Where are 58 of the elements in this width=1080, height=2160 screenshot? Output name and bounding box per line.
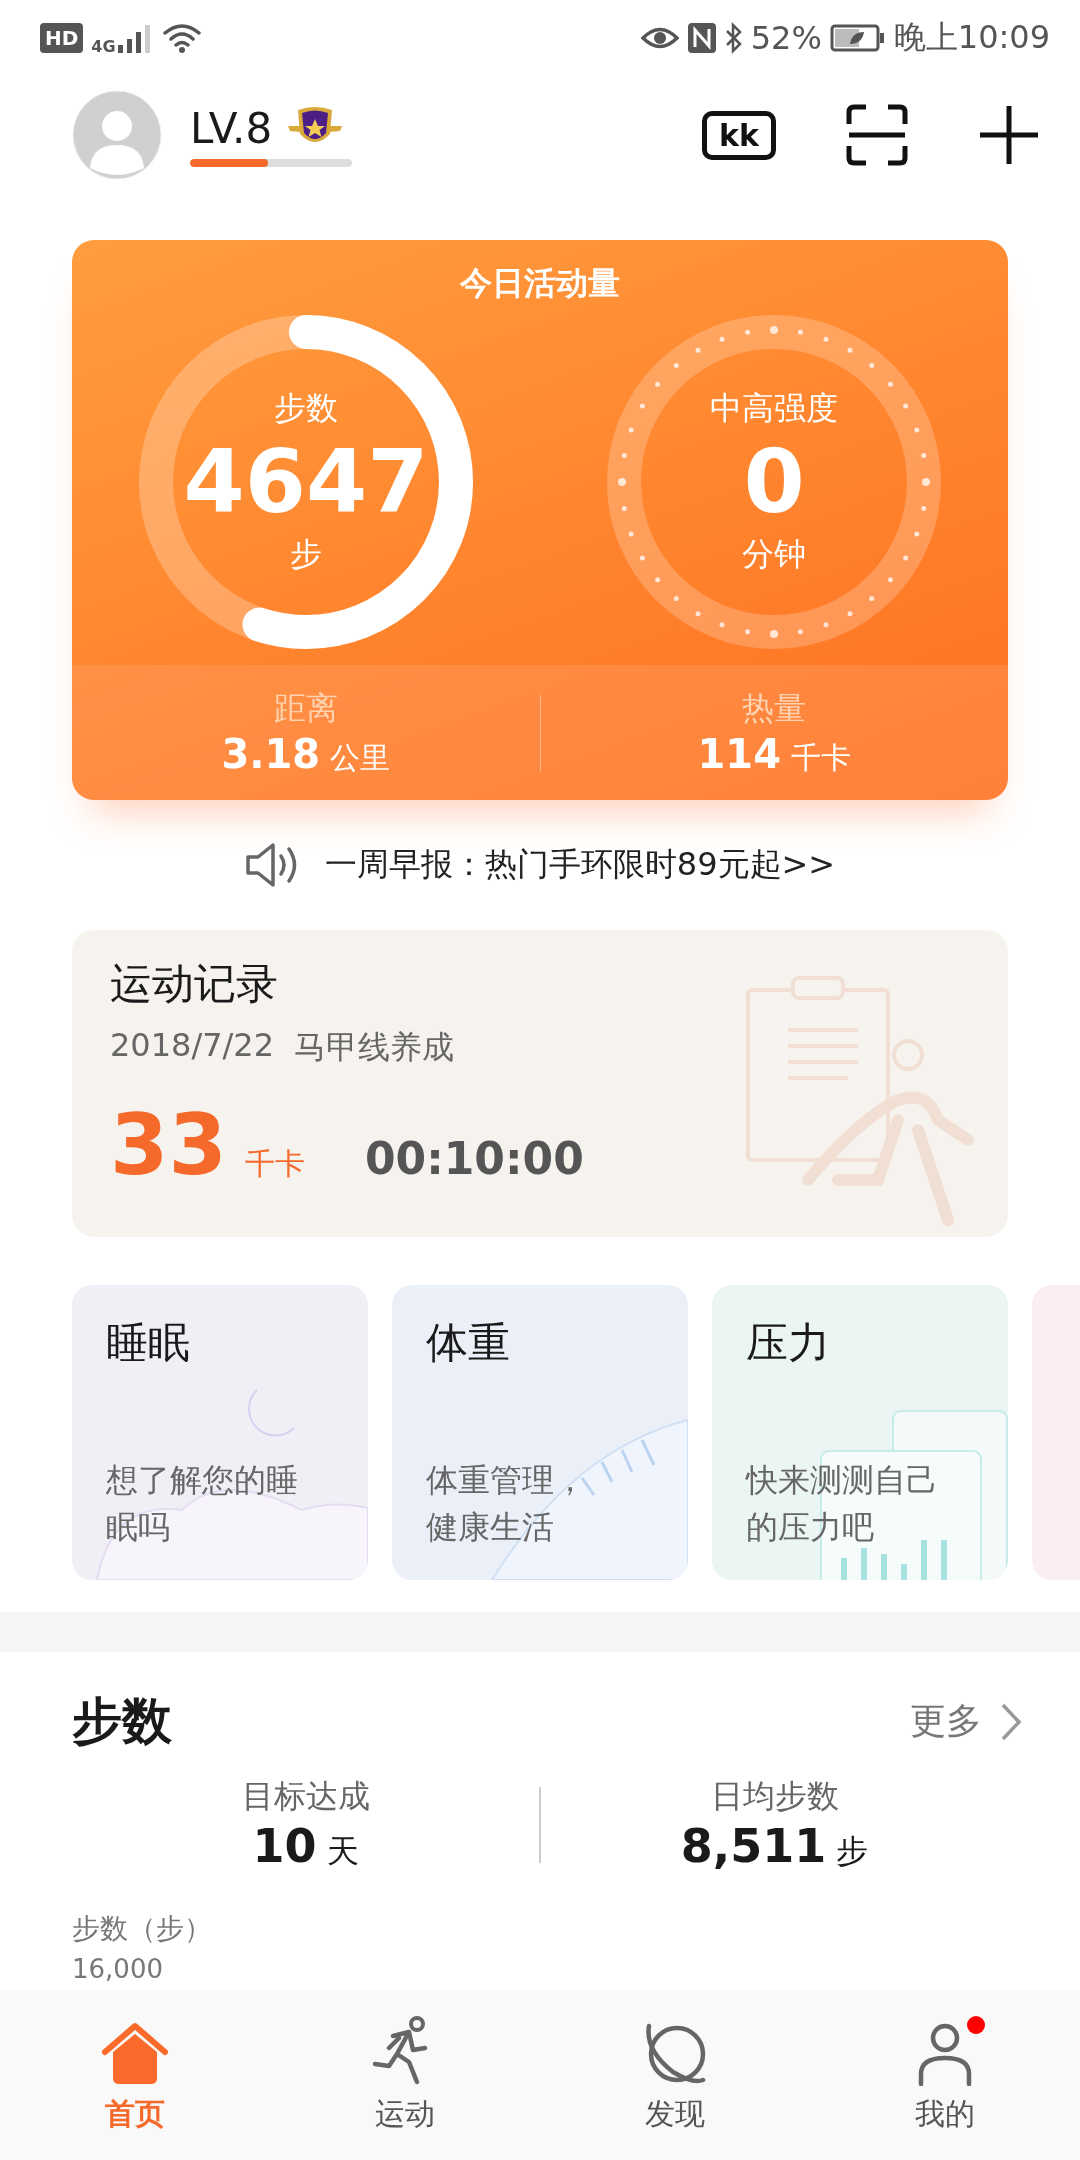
health-card-title: 体重 — [426, 1317, 511, 1369]
planet-icon — [643, 2021, 707, 2086]
health-card-description: 想了解您的睡 眠吗 — [106, 1460, 299, 1548]
duration-value: 00:10:00 — [364, 1133, 584, 1184]
steps-section-title: 步数 — [72, 1691, 172, 1752]
health-card[interactable]: 压力 快来测测自己 的压力吧 — [712, 1285, 1008, 1580]
health-card-description: 体重管理， 健康生活 — [426, 1460, 587, 1548]
nav-tab[interactable]: 运动 — [270, 1990, 540, 2160]
stat-label: 热量 — [742, 687, 807, 729]
stat-unit: 千卡 — [791, 738, 851, 777]
stat-unit: 公里 — [330, 738, 391, 777]
stat-value: 10 — [252, 1819, 317, 1873]
stat-label: 日均步数 — [710, 1776, 839, 1817]
battery-icon — [829, 23, 886, 52]
intensity-unit: 分钟 — [742, 533, 806, 575]
record-date: 2018/7/22 — [110, 1026, 275, 1066]
calories-value: 33 — [110, 1096, 227, 1194]
health-card-title: 压力 — [746, 1317, 831, 1369]
nfc-icon — [686, 21, 717, 54]
more-link[interactable]: 更多 — [910, 1697, 1022, 1746]
stat-label: 距离 — [273, 687, 338, 729]
chart-axis-tick: 16,000 — [72, 1954, 164, 1984]
network-type: 4G — [91, 37, 116, 56]
steps-unit: 步 — [290, 533, 322, 575]
ticket-button[interactable]: kk — [702, 110, 776, 160]
record-name: 马甲线养成 — [294, 1027, 455, 1068]
steps-label: 步数 — [274, 388, 338, 430]
intensity-label: 中高强度 — [710, 388, 838, 430]
stat-unit: 天 — [326, 1831, 359, 1872]
record-title: 运动记录 — [110, 958, 279, 1010]
health-card-description: 快来测测自己 的压力吧 — [746, 1460, 939, 1548]
hd-indicator: HD — [40, 22, 84, 53]
health-card-title: 睡眠 — [106, 1317, 191, 1369]
home-icon — [101, 2021, 169, 2086]
stat-label: 目标达成 — [241, 1776, 370, 1817]
workout-record-card[interactable]: 运动记录 2018/7/22 马甲线养成 33 千卡 00:10:00 — [72, 930, 1008, 1237]
health-card[interactable]: 睡眠 想了解您的睡 眠吗 — [72, 1285, 368, 1580]
add-icon[interactable] — [978, 104, 1040, 166]
stat-value: 114 — [697, 730, 781, 777]
stat-value: 3.18 — [221, 730, 321, 777]
wifi-icon — [161, 21, 202, 54]
clock-time: 晚上10:09 — [893, 16, 1050, 58]
chevron-icon — [1000, 1701, 1022, 1742]
stat-value: 8,511 — [680, 1819, 827, 1873]
calories-unit: 千卡 — [244, 1145, 305, 1183]
intensity-value: 0 — [743, 431, 805, 533]
steps-value: 4647 — [183, 431, 429, 533]
activity-title: 今日活动量 — [460, 263, 620, 304]
nav-tab[interactable]: 发现 — [540, 1990, 810, 2160]
bluetooth-icon — [724, 21, 743, 54]
scan-icon[interactable] — [846, 104, 908, 166]
nav-tab[interactable]: 我的 — [810, 1990, 1080, 2160]
level-label: LV.8 — [190, 103, 273, 153]
stat-unit: 步 — [836, 1831, 869, 1872]
weekly-report-link[interactable]: 一周早报：热门手环限时89元起>> — [324, 843, 836, 887]
health-card[interactable]: 体重 体重管理， 健康生活 — [392, 1285, 688, 1580]
battery-percent: 52% — [750, 18, 822, 57]
chart-axis-label: 步数（步） — [72, 1911, 213, 1947]
